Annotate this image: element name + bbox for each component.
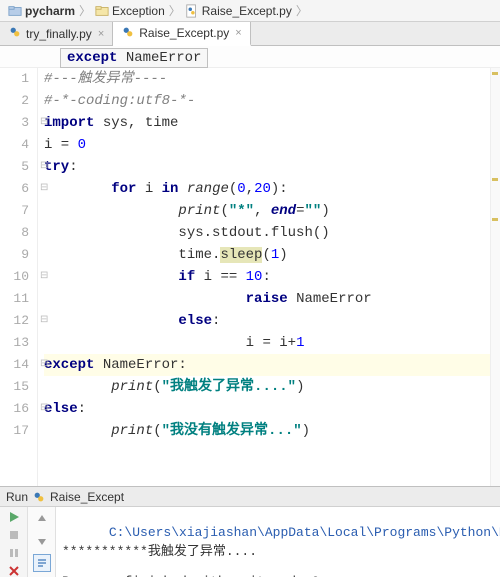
console-output[interactable]: C:\Users\xiajiashan\AppData\Local\Progra… xyxy=(56,507,500,577)
fold-icon[interactable]: ⊟ xyxy=(40,156,48,178)
parameter-hint: except except NameErrorNameError xyxy=(0,46,500,68)
code-line[interactable]: raise NameError xyxy=(44,288,500,310)
warning-marker[interactable] xyxy=(492,218,498,221)
code-line[interactable]: ⊟ else: xyxy=(44,310,500,332)
code-line[interactable]: ⊟else: xyxy=(44,398,500,420)
chevron-right-icon: 〉 xyxy=(169,2,181,19)
run-config-name: Raise_Except xyxy=(50,490,124,504)
python-file-icon xyxy=(121,25,135,42)
chevron-right-icon: 〉 xyxy=(79,2,91,19)
run-toolbar-primary xyxy=(0,507,28,577)
run-header[interactable]: Run Raise_Except xyxy=(0,487,500,507)
soft-wrap-button[interactable] xyxy=(33,554,51,572)
warning-marker[interactable] xyxy=(492,72,498,75)
code-editor[interactable]: 1234567891011121314151617 #---触发异常----#-… xyxy=(0,68,500,486)
folder-icon xyxy=(95,4,109,18)
folder-icon xyxy=(8,4,22,18)
fold-icon[interactable]: ⊟ xyxy=(40,112,48,134)
close-icon[interactable]: × xyxy=(98,28,104,40)
python-file-icon xyxy=(32,490,46,504)
fold-icon[interactable]: ⊟ xyxy=(40,398,48,420)
up-button[interactable] xyxy=(33,510,51,528)
code-line[interactable]: sys.stdout.flush() xyxy=(44,222,500,244)
code-area[interactable]: #---触发异常----#-*-coding:utf8-*-⊟import sy… xyxy=(38,68,500,486)
output-path[interactable]: C:\Users\xiajiashan\AppData\Local\Progra… xyxy=(109,525,500,540)
code-line[interactable]: i = i+1 xyxy=(44,332,500,354)
pause-button[interactable] xyxy=(5,546,23,560)
run-panel: Run Raise_Except C:\Users\xiajiashan\App… xyxy=(0,486,500,577)
hint-box: except except NameErrorNameError xyxy=(60,48,208,68)
rerun-button[interactable] xyxy=(5,510,23,524)
code-line[interactable]: print("我没有触发异常...") xyxy=(44,420,500,442)
breadcrumb-project[interactable]: pycharm xyxy=(6,4,77,18)
code-line[interactable]: ⊟ if i == 10: xyxy=(44,266,500,288)
code-line[interactable]: ⊟ for i in range(0,20): xyxy=(44,178,500,200)
code-line[interactable]: #-*-coding:utf8-*- xyxy=(44,90,500,112)
tab-raise-except[interactable]: Raise_Except.py × xyxy=(113,22,250,46)
python-file-icon xyxy=(185,4,199,18)
breadcrumb-file[interactable]: Raise_Except.py xyxy=(183,4,294,18)
line-number-gutter: 1234567891011121314151617 xyxy=(0,68,38,486)
down-button[interactable] xyxy=(33,532,51,550)
code-line[interactable]: i = 0 xyxy=(44,134,500,156)
output-line: ***********我触发了异常.... xyxy=(62,544,257,559)
code-line[interactable]: ⊟except NameError: xyxy=(44,354,500,376)
tab-try-finally[interactable]: try_finally.py × xyxy=(0,22,113,45)
code-line[interactable]: print("*", end="") xyxy=(44,200,500,222)
fold-icon[interactable]: ⊟ xyxy=(40,178,48,200)
stop-button[interactable] xyxy=(5,528,23,542)
code-line[interactable]: #---触发异常---- xyxy=(44,68,500,90)
python-file-icon xyxy=(8,25,22,42)
code-line[interactable]: time.sleep(1) xyxy=(44,244,500,266)
code-line[interactable] xyxy=(44,442,500,464)
run-toolbar-secondary xyxy=(28,507,56,577)
breadcrumb-folder[interactable]: Exception xyxy=(93,4,167,18)
close-icon[interactable]: × xyxy=(235,27,241,39)
fold-icon[interactable]: ⊟ xyxy=(40,310,48,332)
code-line[interactable]: ⊟import sys, time xyxy=(44,112,500,134)
code-line[interactable]: ⊟try: xyxy=(44,156,500,178)
warning-marker[interactable] xyxy=(492,178,498,181)
chevron-right-icon: 〉 xyxy=(296,2,308,19)
fold-icon[interactable]: ⊟ xyxy=(40,266,48,288)
code-line[interactable]: print("我触发了异常....") xyxy=(44,376,500,398)
editor-tabs: try_finally.py × Raise_Except.py × xyxy=(0,22,500,46)
exit-button[interactable] xyxy=(5,564,23,578)
fold-icon[interactable]: ⊟ xyxy=(40,354,48,376)
error-stripe[interactable] xyxy=(490,68,500,486)
breadcrumb: pycharm 〉 Exception 〉 Raise_Except.py 〉 xyxy=(0,0,500,22)
run-title-prefix: Run xyxy=(6,490,28,504)
